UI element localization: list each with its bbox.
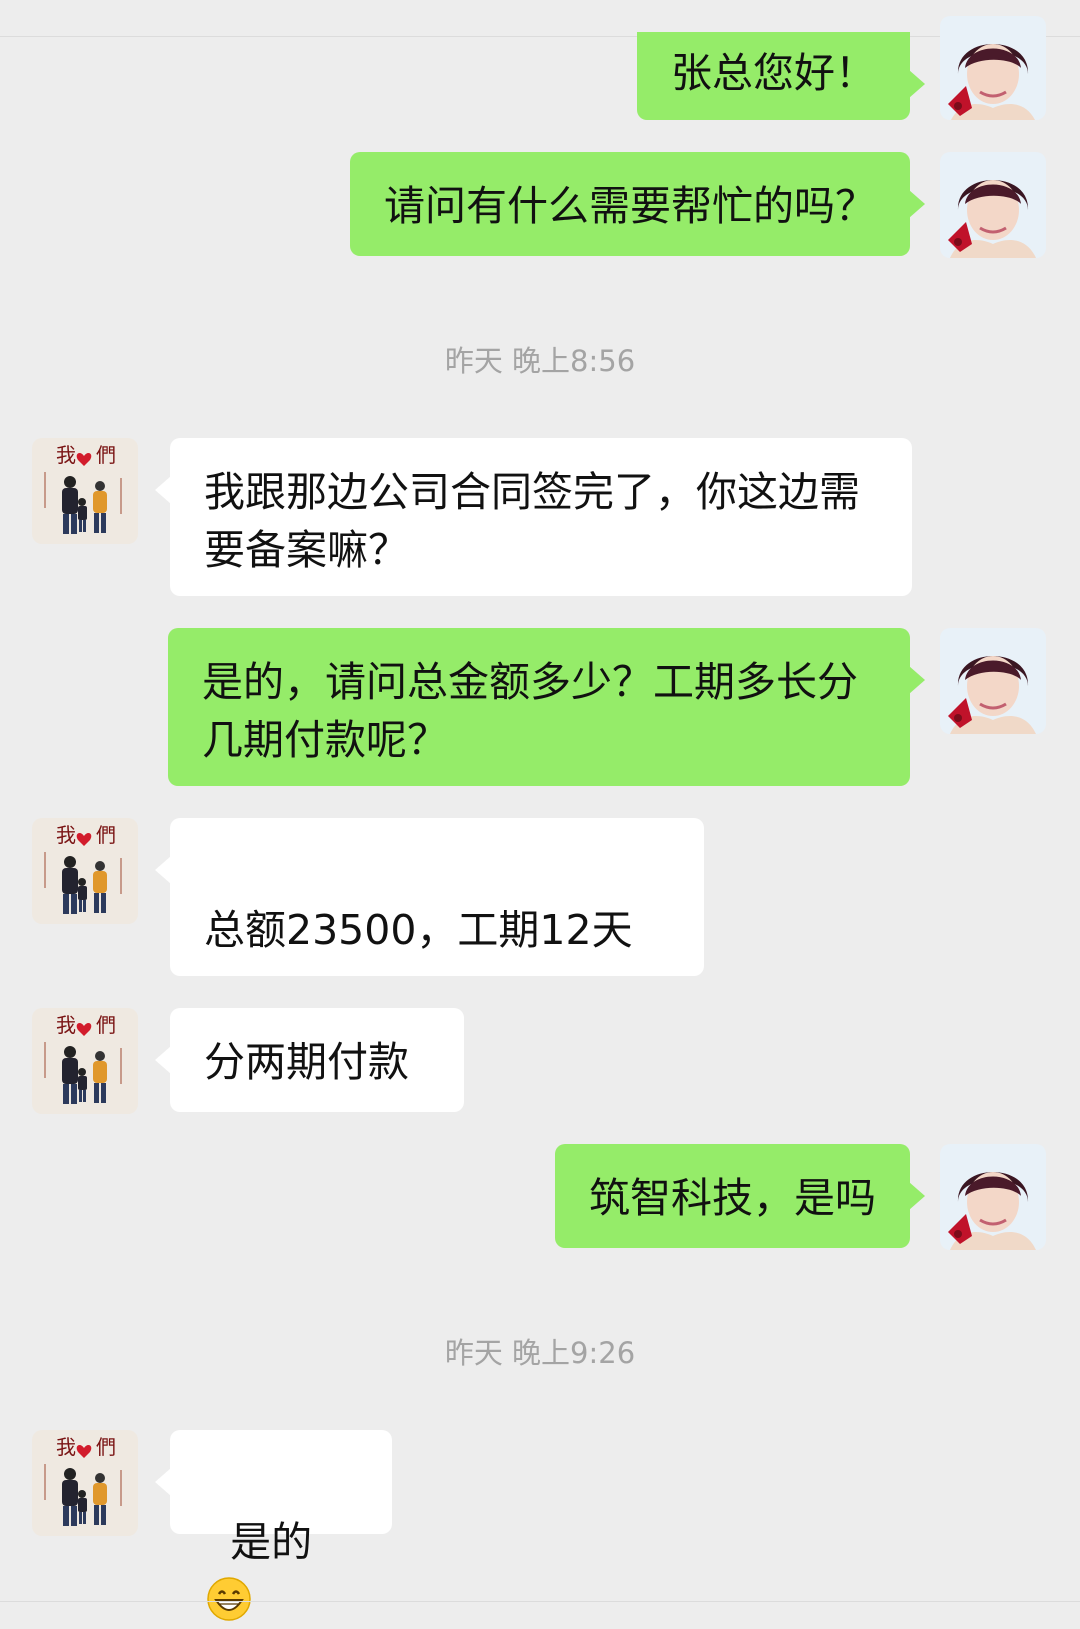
svg-text:我: 我 [56,1013,76,1037]
svg-text:們: 們 [96,823,116,847]
self-avatar[interactable] [940,16,1046,120]
woman-portrait-icon [940,16,1046,120]
message-bubble-outgoing[interactable]: 是的，请问总金额多少？工期多长分几期付款呢？ [168,628,925,786]
woman-portrait-icon [940,628,1046,734]
svg-text:們: 們 [96,1013,116,1037]
svg-text:們: 們 [96,1435,116,1459]
svg-text:們: 們 [96,443,116,467]
couple-poster-icon: 我 們 [32,1430,138,1536]
bottom-divider [0,1601,1080,1602]
woman-portrait-icon [940,152,1046,258]
self-avatar[interactable] [940,152,1046,258]
grinning-face-icon [206,1576,252,1622]
contact-avatar[interactable]: 我 們 [32,438,138,544]
message-bubble-outgoing[interactable]: 张总您好！ [637,32,925,120]
contact-avatar[interactable]: 我 們 [32,818,138,924]
message-bubble-incoming[interactable]: 分两期付款 [155,1008,464,1112]
message-bubble-outgoing[interactable]: 请问有什么需要帮忙的吗？ [350,152,925,256]
top-divider [0,36,1080,37]
contact-avatar[interactable]: 我 們 [32,1430,138,1536]
self-avatar[interactable] [940,628,1046,734]
message-bubble-outgoing[interactable]: 筑智科技，是吗 [555,1144,925,1248]
couple-poster-icon: 我 們 [32,818,138,924]
couple-poster-icon: 我 們 [32,438,138,544]
svg-text:我: 我 [56,1435,76,1459]
contact-avatar[interactable]: 我 們 [32,1008,138,1114]
svg-text:我: 我 [56,443,76,467]
message-bubble-incoming[interactable]: 总额23500，工期12天 [155,818,704,976]
self-avatar[interactable] [940,1144,1046,1250]
svg-text:我: 我 [56,823,76,847]
couple-poster-icon: 我 們 [32,1008,138,1114]
message-bubble-incoming[interactable]: 是的 [155,1430,392,1621]
message-text: 是的 [230,1518,313,1566]
woman-portrait-icon [940,1144,1046,1250]
timestamp: 昨天 晚上9:26 [444,1336,636,1370]
timestamp: 昨天 晚上8:56 [444,344,636,378]
message-bubble-incoming[interactable]: 我跟那边公司合同签完了，你这边需要备案嘛？ [155,438,912,596]
